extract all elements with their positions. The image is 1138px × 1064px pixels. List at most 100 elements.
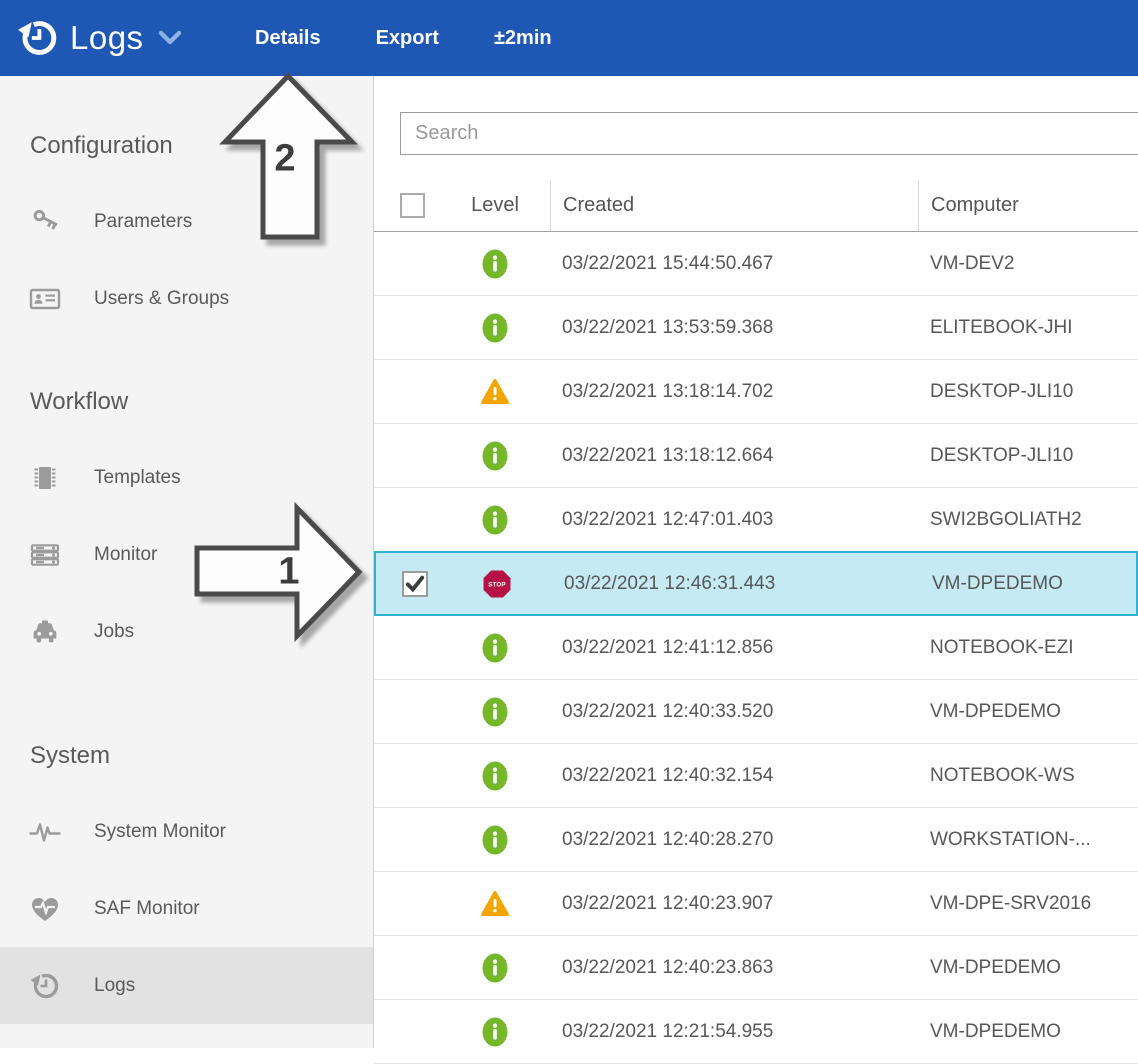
column-header-level[interactable]: Level	[440, 180, 550, 231]
svg-text:STOP: STOP	[488, 581, 506, 588]
table-row[interactable]: 03/22/2021 12:40:32.154 NOTEBOOK-WS	[374, 744, 1138, 808]
info-icon	[482, 1017, 508, 1047]
stop-icon: STOP	[482, 569, 512, 599]
table-body: 03/22/2021 15:44:50.467 VM-DEV2 03/22/20…	[374, 232, 1138, 1064]
created-cell: 03/22/2021 12:46:31.443	[552, 573, 920, 595]
logs-history-icon	[16, 16, 60, 60]
sidebar-section: Workflow Templates Monitor Jobs	[0, 387, 373, 670]
created-cell: 03/22/2021 12:40:23.863	[550, 957, 918, 979]
table-row[interactable]: 03/22/2021 13:18:12.664 DESKTOP-JLI10	[374, 424, 1138, 488]
sidebar-section-heading: Configuration	[30, 131, 373, 161]
info-icon	[482, 697, 508, 727]
sidebar-item-label: System Monitor	[94, 821, 226, 843]
created-cell: 03/22/2021 13:18:14.702	[550, 381, 918, 403]
created-cell: 03/22/2021 12:40:28.270	[550, 829, 918, 851]
search-input[interactable]	[400, 112, 1138, 155]
computer-cell: VM-DPEDEMO	[920, 573, 1136, 595]
chip-icon	[29, 462, 61, 494]
info-icon	[482, 505, 508, 535]
sidebar-item-jobs[interactable]: Jobs	[0, 593, 373, 670]
sidebar-item-parameters[interactable]: Parameters	[0, 183, 373, 260]
sidebar-item-label: Users & Groups	[94, 288, 229, 310]
topbar-menu: Details Export ±2min	[255, 0, 552, 76]
info-icon	[482, 761, 508, 791]
app-title[interactable]: Logs	[70, 19, 144, 57]
computer-cell: VM-DPEDEMO	[918, 701, 1138, 723]
column-header-computer[interactable]: Computer	[918, 180, 1138, 231]
menu-item-2min[interactable]: ±2min	[494, 27, 552, 50]
select-all-checkbox[interactable]	[400, 193, 425, 218]
computer-cell: DESKTOP-JLI10	[918, 445, 1138, 467]
heart-pulse-icon	[29, 893, 61, 925]
sidebar-item-label: Logs	[94, 975, 135, 997]
computer-cell: VM-DEV2	[918, 253, 1138, 275]
created-cell: 03/22/2021 15:44:50.467	[550, 253, 918, 275]
history-icon	[29, 970, 61, 1002]
computer-cell: ELITEBOOK-JHI	[918, 317, 1138, 339]
pulse-icon	[29, 816, 61, 848]
row-checkbox[interactable]	[402, 571, 428, 597]
created-cell: 03/22/2021 13:53:59.368	[550, 317, 918, 339]
info-icon	[482, 633, 508, 663]
info-icon	[482, 441, 508, 471]
info-icon	[482, 249, 508, 279]
sidebar-section-heading: System	[30, 741, 373, 771]
computer-cell: WORKSTATION-...	[918, 829, 1138, 851]
created-cell: 03/22/2021 12:40:32.154	[550, 765, 918, 787]
sidebar-item-templates[interactable]: Templates	[0, 439, 373, 516]
sidebar-item-logs[interactable]: Logs	[0, 947, 373, 1024]
sidebar-item-label: SAF Monitor	[94, 898, 200, 920]
menu-item-details[interactable]: Details	[255, 27, 321, 50]
sidebar-item-label: Jobs	[94, 621, 134, 643]
table-row[interactable]: 03/22/2021 13:18:14.702 DESKTOP-JLI10	[374, 360, 1138, 424]
table-row[interactable]: 03/22/2021 13:53:59.368 ELITEBOOK-JHI	[374, 296, 1138, 360]
computer-cell: VM-DPEDEMO	[918, 1021, 1138, 1043]
sidebar-section: System System Monitor SAF Monitor Logs	[0, 741, 373, 1024]
sidebar-item-label: Templates	[94, 467, 181, 489]
sidebar-item-users-groups[interactable]: Users & Groups	[0, 260, 373, 337]
column-header-created[interactable]: Created	[550, 180, 918, 231]
log-table-panel: Level Created Computer 03/22/2021 15:44:…	[374, 76, 1138, 1048]
sidebar-section: Configuration Parameters Users & Groups	[0, 131, 373, 337]
chevron-down-icon[interactable]	[158, 27, 182, 49]
created-cell: 03/22/2021 12:47:01.403	[550, 509, 918, 531]
computer-cell: SWI2BGOLIATH2	[918, 509, 1138, 531]
created-cell: 03/22/2021 12:21:54.955	[550, 1021, 918, 1043]
sidebar: Configuration Parameters Users & Groups …	[0, 76, 374, 1048]
info-icon	[482, 313, 508, 343]
computer-cell: NOTEBOOK-WS	[918, 765, 1138, 787]
sidebar-item-monitor[interactable]: Monitor	[0, 516, 373, 593]
menu-item-export[interactable]: Export	[376, 27, 439, 50]
car-icon	[29, 616, 61, 648]
table-row[interactable]: 03/22/2021 12:21:54.955 VM-DPEDEMO	[374, 1000, 1138, 1064]
created-cell: 03/22/2021 13:18:12.664	[550, 445, 918, 467]
table-row[interactable]: 03/22/2021 15:44:50.467 VM-DEV2	[374, 232, 1138, 296]
table-row[interactable]: 03/22/2021 12:41:12.856 NOTEBOOK-EZI	[374, 616, 1138, 680]
sidebar-section-heading: Workflow	[30, 387, 373, 417]
computer-cell: VM-DPE-SRV2016	[918, 893, 1138, 915]
table-row[interactable]: 03/22/2021 12:40:28.270 WORKSTATION-...	[374, 808, 1138, 872]
sidebar-item-label: Parameters	[94, 211, 192, 233]
sidebar-item-system-monitor[interactable]: System Monitor	[0, 793, 373, 870]
table-header: Level Created Computer	[374, 180, 1138, 232]
table-row[interactable]: STOP 03/22/2021 12:46:31.443 VM-DPEDEMO	[374, 551, 1138, 616]
server-icon	[29, 539, 61, 571]
warning-icon	[480, 890, 510, 917]
computer-cell: DESKTOP-JLI10	[918, 381, 1138, 403]
key-icon	[29, 206, 61, 238]
sidebar-item-saf-monitor[interactable]: SAF Monitor	[0, 870, 373, 947]
topbar: Logs Details Export ±2min	[0, 0, 1138, 76]
computer-cell: NOTEBOOK-EZI	[918, 637, 1138, 659]
table-row[interactable]: 03/22/2021 12:40:33.520 VM-DPEDEMO	[374, 680, 1138, 744]
info-icon	[482, 825, 508, 855]
computer-cell: VM-DPEDEMO	[918, 957, 1138, 979]
created-cell: 03/22/2021 12:40:33.520	[550, 701, 918, 723]
id-card-icon	[29, 283, 61, 315]
warning-icon	[480, 378, 510, 405]
created-cell: 03/22/2021 12:40:23.907	[550, 893, 918, 915]
table-row[interactable]: 03/22/2021 12:40:23.863 VM-DPEDEMO	[374, 936, 1138, 1000]
info-icon	[482, 953, 508, 983]
table-row[interactable]: 03/22/2021 12:47:01.403 SWI2BGOLIATH2	[374, 488, 1138, 552]
table-row[interactable]: 03/22/2021 12:40:23.907 VM-DPE-SRV2016	[374, 872, 1138, 936]
created-cell: 03/22/2021 12:41:12.856	[550, 637, 918, 659]
